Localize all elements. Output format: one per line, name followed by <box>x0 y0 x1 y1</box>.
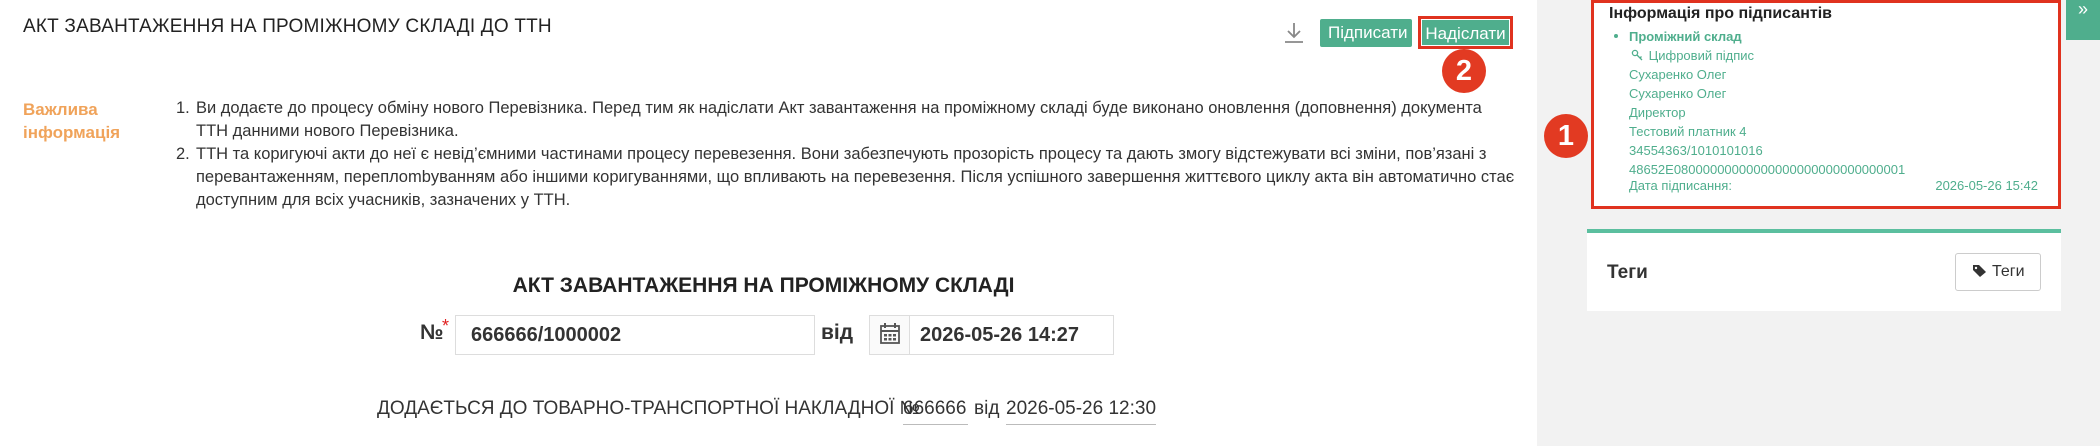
sign-date-value: 2026-05-26 15:42 <box>1935 178 2038 193</box>
page-title: АКТ ЗАВАНТАЖЕННЯ НА ПРОМІЖНОМУ СКЛАДІ ДО… <box>23 16 552 37</box>
ttn-date-label: від <box>974 398 1000 419</box>
send-button[interactable]: Надіслати <box>1422 20 1509 45</box>
act-title: АКТ ЗАВАНТАЖЕННЯ НА ПРОМІЖНОМУ СКЛАДІ <box>512 274 1015 297</box>
signers-info-panel: Інформація про підписантів Проміжний скл… <box>1591 0 2061 209</box>
key-icon <box>1631 49 1643 61</box>
sign-date-label: Дата підписання: <box>1629 178 1732 193</box>
tags-panel: Теги Теги <box>1587 229 2061 311</box>
signers-details: Проміжний склад Цифровий підпис Сухаренк… <box>1629 27 1905 179</box>
signer-line: Тестовий платник 4 <box>1629 124 1747 139</box>
ttn-number-field[interactable]: 666666 <box>903 395 968 425</box>
sign-button[interactable]: Підписати <box>1320 19 1412 47</box>
important-info-list: 1. Ви додаєте до процесу обміну нового Пе… <box>176 97 1516 212</box>
calendar-icon <box>880 323 900 344</box>
tag-icon <box>1972 265 1986 277</box>
signer-line: Директор <box>1629 105 1686 120</box>
ttn-attach-label: ДОДАЄТЬСЯ ДО ТОВАРНО-ТРАНСПОРТНОЇ НАКЛАД… <box>377 398 921 419</box>
ttn-date-field[interactable]: 2026-05-26 12:30 <box>1006 395 1156 425</box>
signer-role: Проміжний склад <box>1629 29 1742 44</box>
act-number-input[interactable]: 666666/1000002 <box>455 315 815 355</box>
important-info-label: Важлива інформація <box>23 100 121 142</box>
number-label: № <box>420 321 444 344</box>
signature-type: Цифровий підпис <box>1629 46 1905 65</box>
signer-line: 34554363/1010101016 <box>1629 143 1763 158</box>
required-mark: * <box>442 316 450 336</box>
act-date-value: 2026-05-26 14:27 <box>920 324 1080 346</box>
signer-line: 48652E08000000000000000000000000000001 <box>1629 162 1906 177</box>
main-content: АКТ ЗАВАНТАЖЕННЯ НА ПРОМІЖНОМУ СКЛАДІ ДО… <box>0 0 1537 446</box>
calendar-button[interactable] <box>870 316 910 354</box>
signer-line: Сухаренко Олег <box>1629 86 1727 101</box>
send-button-highlight: Надіслати <box>1418 16 1513 49</box>
callout-badge-2: 2 <box>1442 49 1486 93</box>
list-item: 1. Ви додаєте до процесу обміну нового Пе… <box>176 99 1482 140</box>
act-date-input[interactable]: 2026-05-26 14:27 <box>869 315 1114 355</box>
date-label: від <box>821 321 854 344</box>
signers-title: Інформація про підписантів <box>1609 5 1833 22</box>
callout-badge-1: 1 <box>1544 114 1588 158</box>
tags-title: Теги <box>1607 262 1648 283</box>
tags-button[interactable]: Теги <box>1955 253 2041 291</box>
bullet-icon <box>1614 34 1618 38</box>
download-icon[interactable] <box>1283 21 1305 45</box>
signer-line: Сухаренко Олег <box>1629 67 1727 82</box>
collapse-sidebar-button[interactable]: » <box>2066 0 2100 40</box>
list-item: 2. ТТН та коригуючі акти до неї є невід’є… <box>176 145 1515 209</box>
